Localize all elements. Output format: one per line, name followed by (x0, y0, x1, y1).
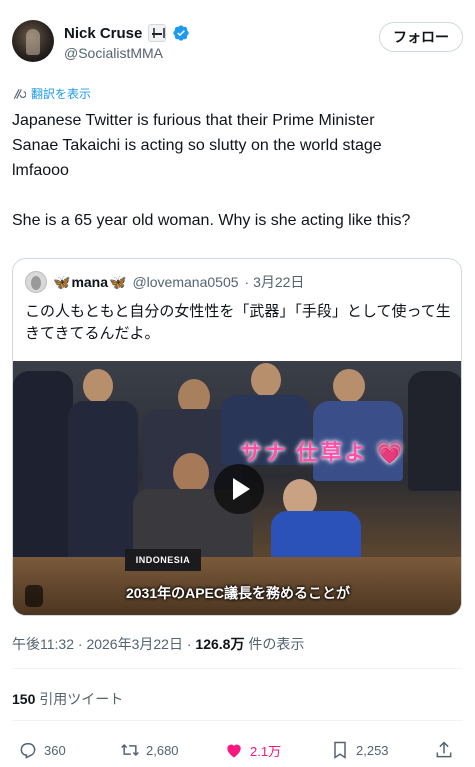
play-button[interactable] (214, 464, 264, 514)
tweet-time[interactable]: 午後11:32 (12, 636, 74, 652)
author-handle[interactable]: @SocialistMMA (64, 45, 163, 61)
quoted-author-name-text: mana (71, 274, 109, 290)
tweet-date[interactable]: 2026年3月22日 (86, 636, 183, 652)
bookmark-icon (334, 741, 346, 759)
quoted-tweet[interactable]: 🦋 mana 🦋 @lovemana0505 · 3月22日 この人もともと自分… (12, 258, 462, 616)
quoted-author-name: 🦋 mana 🦋 (53, 274, 126, 291)
quoted-tweet-header: 🦋 mana 🦋 @lovemana0505 · 3月22日 (25, 271, 304, 293)
tweet-text-line: lmfaooo (12, 162, 69, 179)
translate-icon (13, 88, 26, 99)
share-icon (436, 741, 452, 758)
tweet-text: Japanese Twitter is furious that their P… (12, 108, 462, 233)
translate-link[interactable]: 翻訳を表示 (12, 85, 91, 102)
video-figure (83, 369, 113, 403)
tweet-text-line: Japanese Twitter is furious that their P… (12, 112, 375, 129)
quote-tweets-link[interactable]: 150 引用ツイート (12, 689, 123, 709)
bookmark-count: 2,253 (356, 742, 389, 758)
view-count: 126.8万 (195, 636, 245, 652)
butterfly-icon: 🦋 (109, 273, 127, 290)
retweet-button[interactable]: 2,680 (120, 737, 179, 763)
meta-separator: · (182, 636, 196, 652)
video-player[interactable]: INDONESIA サナ 仕草よ 💗 2031年のAPEC議長を務めることが (13, 361, 461, 615)
meta-separator: · (74, 636, 87, 652)
tweet-text-line: She is a 65 year old woman. Why is she a… (12, 212, 411, 229)
video-figure (173, 453, 209, 493)
video-figure (251, 363, 281, 397)
tweet-meta: 午後11:32 · 2026年3月22日 · 126.8万 件の表示 (12, 634, 304, 654)
video-indicator-icon (25, 585, 43, 607)
butterfly-icon: 🦋 (53, 273, 71, 290)
action-bar: 360 2,680 2.1万 2,253 (12, 737, 463, 763)
author-name-row: Nick Cruse (64, 24, 190, 42)
translate-label[interactable]: 翻訳を表示 (31, 85, 91, 102)
quote-tweets-label: 引用ツイート (39, 691, 124, 707)
video-figure (408, 371, 461, 491)
tweet-text-line: Sanae Takaichi is acting so slutty on th… (12, 137, 382, 154)
video-figure (68, 401, 138, 561)
author-name[interactable]: Nick Cruse (64, 25, 142, 42)
divider (12, 720, 463, 721)
follow-button[interactable]: フォロー (379, 22, 463, 52)
quote-tweets-count: 150 (12, 691, 36, 707)
divider (12, 668, 463, 669)
retweet-count: 2,680 (146, 742, 179, 758)
heart-icon (227, 744, 241, 758)
verified-badge-icon (173, 25, 190, 41)
tweet-header: Nick Cruse @SocialistMMA フォロー (12, 20, 463, 68)
reply-icon (20, 743, 36, 759)
quoted-tweet-text: この人もともと自分の女性性を「武器」「手段」として使って生きてきてるんだよ。 (25, 303, 451, 342)
like-count: 2.1万 (250, 743, 282, 759)
video-subtitle: 2031年のAPEC議長を務めることが (125, 585, 351, 601)
kimono-icon (148, 24, 167, 42)
video-figure (333, 369, 365, 403)
video-overlay-text: サナ 仕草よ 💗 (240, 440, 406, 465)
like-button[interactable]: 2.1万 (224, 737, 281, 763)
quoted-author-handle: @lovemana0505 (132, 274, 239, 290)
share-button[interactable] (434, 737, 454, 763)
quoted-tweet-date: · 3月22日 (244, 274, 305, 290)
quoted-author-avatar (25, 271, 47, 293)
retweet-icon (121, 743, 139, 757)
video-nameplate: INDONESIA (125, 549, 201, 571)
reply-button[interactable]: 360 (18, 737, 66, 763)
bookmark-button[interactable]: 2,253 (330, 737, 389, 763)
reply-count: 360 (44, 742, 66, 758)
author-avatar[interactable] (12, 20, 54, 62)
video-figure (13, 371, 73, 561)
view-count-label: 件の表示 (244, 636, 305, 652)
